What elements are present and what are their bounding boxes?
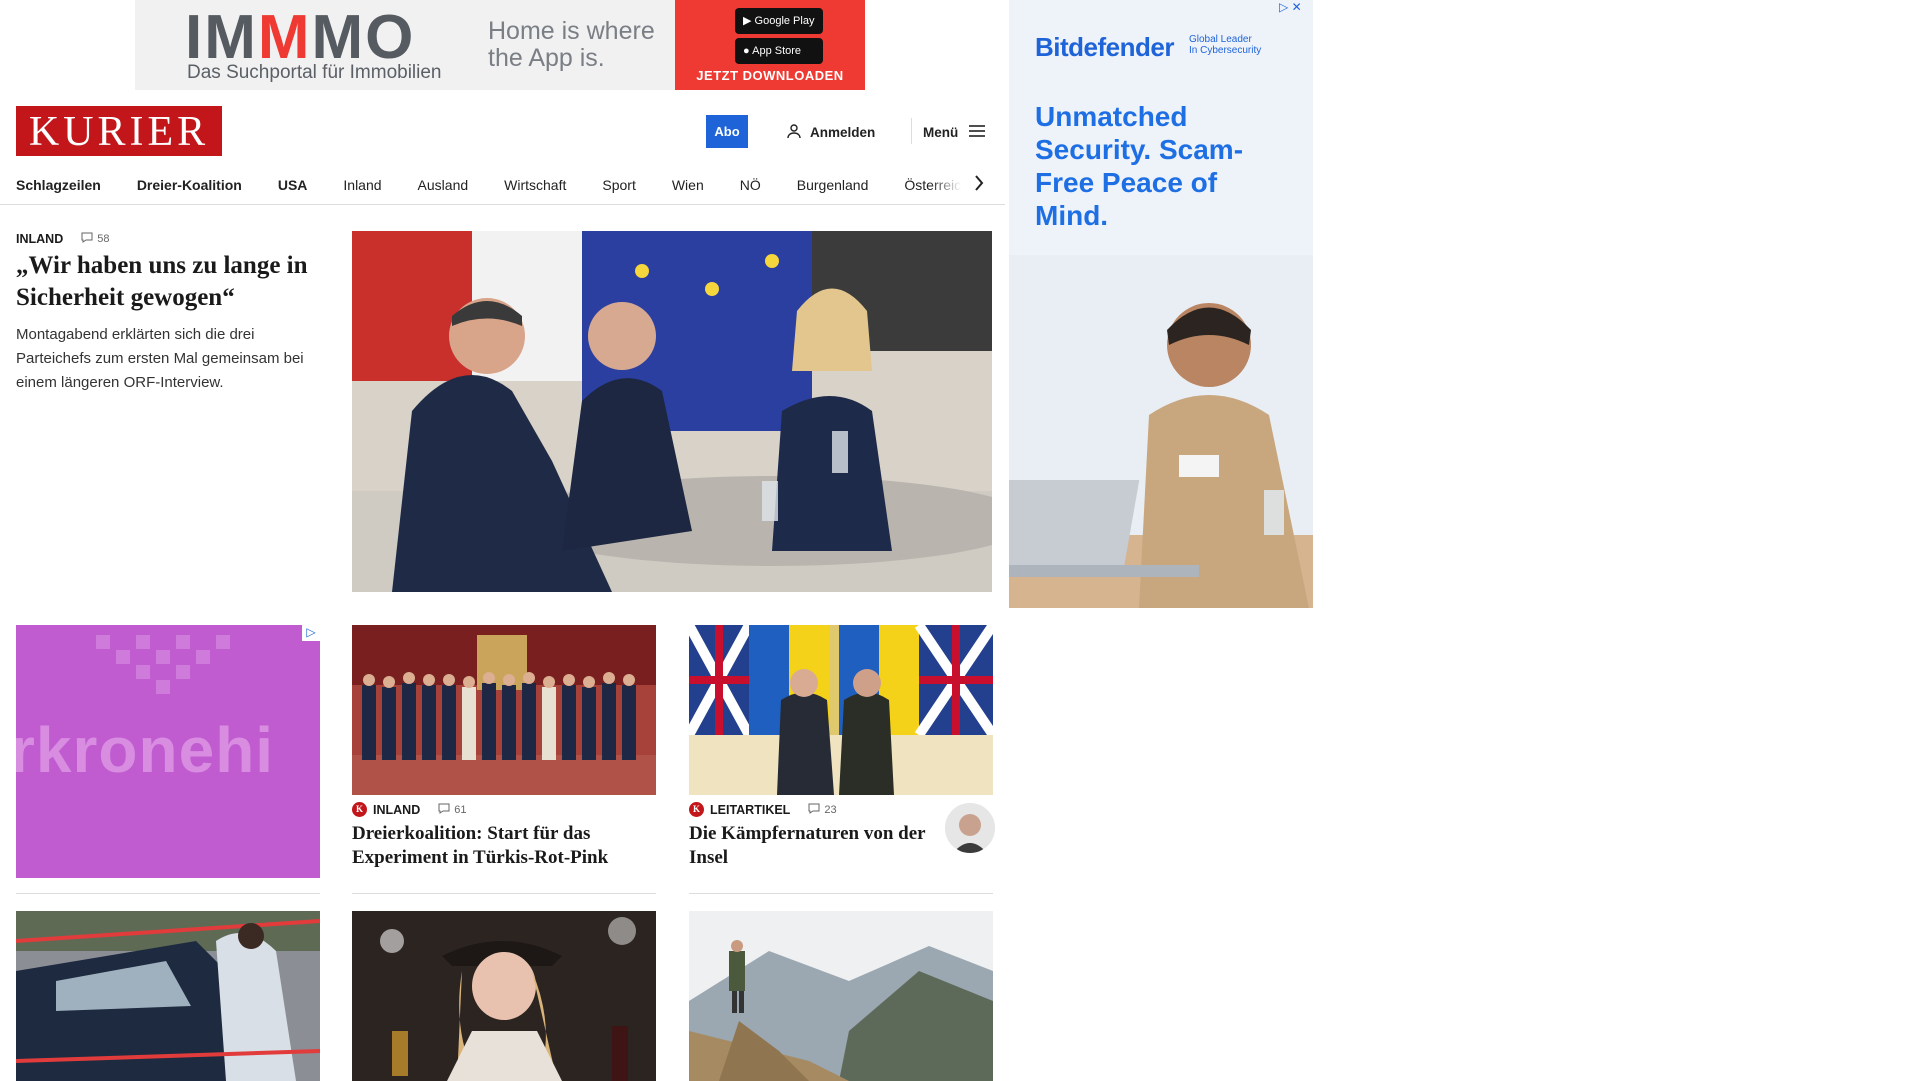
nav-item-burgenland[interactable]: Burgenland <box>779 177 887 193</box>
user-icon <box>786 123 802 142</box>
login-button[interactable]: Anmelden <box>786 120 875 144</box>
lead-headline[interactable]: „Wir haben uns zu lange in Sicherheit ge… <box>16 250 316 314</box>
krone-ad[interactable]: rkronehi ▷ <box>16 625 320 878</box>
lead-kicker: INLAND 58 <box>16 232 109 246</box>
kurier-k-icon: K <box>352 802 367 817</box>
krone-ad-text: rkronehi <box>16 714 275 786</box>
card-image-insel[interactable] <box>689 625 993 795</box>
nav-item-dreier-koalition[interactable]: Dreier-Koalition <box>119 177 260 193</box>
immmo-download-panel[interactable]: ▶ Google Play ● App Store JETZT DOWNLOAD… <box>675 0 865 90</box>
nav-item-schlagzeilen[interactable]: Schlagzeilen <box>16 177 119 193</box>
nav-item-usa[interactable]: USA <box>260 177 326 193</box>
login-label: Anmelden <box>810 124 876 140</box>
apple-icon: ● <box>743 45 750 57</box>
play-icon: ▶ <box>743 15 752 27</box>
nav-border <box>0 204 1005 205</box>
nav-item-sport[interactable]: Sport <box>584 177 653 193</box>
kurier-k-icon: K <box>689 802 704 817</box>
comment-icon <box>808 803 820 817</box>
menu-button[interactable]: Menü <box>923 120 986 144</box>
immmo-logo: IMMMO <box>185 3 416 72</box>
bitdefender-tagline: Global Leader In Cybersecurity <box>1189 34 1262 56</box>
card-kicker: K INLAND 61 <box>352 802 466 817</box>
bitdefender-logo: Bitdefender <box>1035 32 1174 62</box>
card-image-reise[interactable] <box>689 911 993 1081</box>
bitdefender-ad[interactable]: ▷ ✕ Bitdefender Global Leader In Cyberse… <box>1009 0 1313 608</box>
card-comments[interactable]: 23 <box>808 803 837 817</box>
nav-fade <box>930 166 975 204</box>
card-headline[interactable]: Die Kämpfernaturen von der Insel <box>689 822 929 870</box>
row-separator <box>16 893 320 894</box>
lead-image[interactable] <box>352 231 992 592</box>
card-section-label[interactable]: LEITARTIKEL <box>710 803 790 817</box>
lead-comment-count: 58 <box>97 233 110 245</box>
lead-section-label[interactable]: INLAND <box>16 232 63 246</box>
top-banner-ad[interactable]: IMMMO Das Suchportal für Immobilien Home… <box>135 0 865 90</box>
author-avatar[interactable] <box>945 803 995 853</box>
app-store-badge[interactable]: ● App Store <box>735 38 823 64</box>
nav-item-wirtschaft[interactable]: Wirtschaft <box>486 177 584 193</box>
card-comment-count: 23 <box>824 803 837 816</box>
card-comments[interactable]: 61 <box>438 803 466 817</box>
lead-teaser[interactable]: Montagabend erklärten sich die drei Part… <box>16 323 316 395</box>
nav-item-wien[interactable]: Wien <box>654 177 722 193</box>
card-headline[interactable]: Dreierkoalition: Start für das Experimen… <box>352 822 656 870</box>
adchoices-icon[interactable]: ▷ ✕ <box>1279 0 1302 14</box>
abo-button[interactable]: Abo <box>706 115 748 148</box>
comment-icon <box>81 232 93 246</box>
header-divider <box>911 118 912 144</box>
card-comment-count: 61 <box>454 803 467 816</box>
bitdefender-headline: Unmatched Security. Scam-Free Peace of M… <box>1035 101 1244 231</box>
row-separator <box>689 893 993 894</box>
adchoices-icon[interactable]: ▷ <box>302 625 320 641</box>
card-image-koalition[interactable] <box>352 625 656 795</box>
hamburger-icon <box>968 124 986 141</box>
lead-comments[interactable]: 58 <box>81 232 109 246</box>
row-separator <box>352 893 656 894</box>
card-kicker: K LEITARTIKEL 23 <box>689 802 837 817</box>
immmo-claim: Home is where the App is. <box>488 17 655 72</box>
section-nav: Schlagzeilen Dreier-Koalition USA Inland… <box>16 166 984 204</box>
immmo-subline: Das Suchportal für Immobilien <box>187 62 442 83</box>
ad-photo <box>1009 255 1313 608</box>
nav-item-ausland[interactable]: Ausland <box>400 177 487 193</box>
google-play-badge[interactable]: ▶ Google Play <box>735 8 823 34</box>
nav-item-noe[interactable]: NÖ <box>722 177 779 193</box>
card-image-car[interactable] <box>16 911 320 1081</box>
immmo-cta[interactable]: JETZT DOWNLOADEN <box>675 68 865 83</box>
comment-icon <box>438 803 450 817</box>
card-image-kultur[interactable] <box>352 911 656 1081</box>
nav-item-inland[interactable]: Inland <box>325 177 399 193</box>
kurier-logo[interactable]: KURIER <box>16 106 222 156</box>
menu-label: Menü <box>923 124 959 140</box>
card-section-label[interactable]: INLAND <box>373 803 420 817</box>
chevron-right-icon[interactable] <box>972 170 992 200</box>
